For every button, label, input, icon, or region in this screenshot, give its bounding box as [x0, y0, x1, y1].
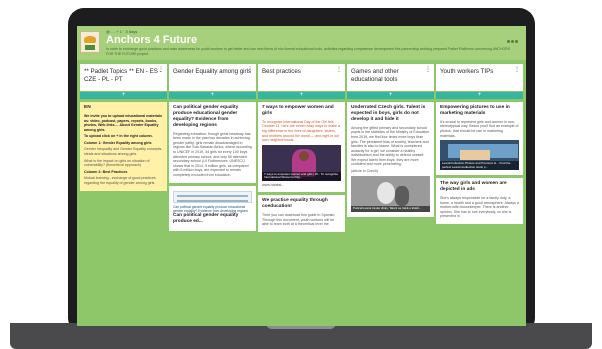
post-image[interactable]: 7 ways to empower women and girls | W...… [262, 144, 341, 181]
post-text: Mutual learning - exchange of good pract… [84, 176, 156, 186]
image-caption: LeanInCollection Photos and Premium H...… [440, 161, 519, 171]
add-post-button[interactable]: + [347, 92, 434, 99]
link-source[interactable]: www.habitat... [262, 183, 341, 188]
column-1: ** Padlet Topics ** EN - ES - CZE - PL -… [80, 64, 167, 326]
column-header: Gender Equality among girls ⋮ [169, 64, 256, 91]
post-text: Regarding education, though great headwa… [173, 131, 252, 177]
project-logo [80, 31, 100, 53]
column-menu-icon[interactable]: ⋮ [247, 67, 253, 73]
post-text: Then you can download this guide in Span… [262, 213, 336, 227]
post-text: To recognize International Day of the Gi… [262, 119, 341, 143]
post-card[interactable]: Can political gender equality produce ed… [169, 185, 256, 231]
post-card[interactable]: 7 ways to empower women and girls To reco… [258, 102, 345, 193]
image-caption: 7 ways to empower women and girls | W...… [262, 171, 341, 181]
post-title: We practice equality through coeducation… [262, 198, 328, 210]
column-title: Best practices [262, 68, 301, 75]
post-text: What is the impact on girls on situation… [84, 158, 150, 168]
column-header: Games and other educational tools ⋮ [347, 64, 434, 91]
post-text: We invite you to upload educational mate… [84, 113, 163, 132]
logo-base-shape [85, 45, 95, 50]
post-text: (article in Czech) [351, 169, 378, 174]
column-title: ** Padlet Topics ** EN - ES - CZE - PL -… [84, 68, 162, 83]
add-post-button[interactable]: + [258, 92, 345, 99]
column-title: Games and other educational tools [351, 68, 399, 83]
post-card[interactable]: We practice equality through coeducation… [258, 195, 345, 232]
post-card[interactable]: The way girls and women are depicted in … [436, 178, 523, 224]
post-title: EN [84, 105, 91, 110]
padlet-board: @ … + 1 · 3 days Anchors 4 Future In ord… [77, 26, 526, 326]
column-header: ** Padlet Topics ** EN - ES - CZE - PL -… [80, 64, 167, 91]
add-post-button[interactable]: + [80, 92, 167, 99]
column-menu-icon[interactable]: ⋮ [158, 67, 164, 73]
post-card[interactable]: EN We invite you to upload educational ma… [80, 102, 167, 191]
document-caption: Can political gender equality produce ed… [173, 204, 248, 213]
board-title: Anchors 4 Future [106, 34, 198, 46]
post-title: Can political gender equality produce ed… [173, 212, 239, 224]
post-image[interactable]: Podceňované české dívky. Talent se čeká … [351, 175, 430, 212]
post-card[interactable]: Can political gender equality produce ed… [169, 102, 256, 183]
image-caption: Podceňované české dívky. Talent se čeká … [351, 206, 430, 212]
post-title: The way girls and women are depicted in … [440, 181, 507, 193]
column-header: Best practices ⋮ [258, 64, 345, 91]
column-title: Gender Equality among girls [173, 68, 252, 75]
column-3: Best practices ⋮ +7 ways to empower women … [258, 64, 345, 326]
board-description: In order to exchange good practices and … [106, 47, 511, 56]
column-header: Youth workers TIPs ⋮ [436, 64, 523, 91]
post-text: She's always responsible for a family du… [440, 196, 519, 219]
post-text: It's crucial to represent girls and wome… [440, 119, 519, 138]
column-2: Gender Equality among girls ⋮ + Can politic… [169, 64, 256, 326]
add-post-button[interactable]: + [436, 92, 523, 99]
column-menu-icon[interactable]: ⋮ [514, 67, 520, 73]
post-title: Empowering pictures to use in marketing … [440, 105, 510, 116]
post-card[interactable]: Underrated Czech girls. Talent is expect… [347, 102, 434, 217]
board-actions-icon[interactable] [506, 30, 520, 43]
post-text: Column 1: Gender Equality among girls [84, 140, 152, 145]
post-title: Can political gender equality produce ed… [173, 105, 239, 128]
logo-anchor-shape [84, 36, 96, 43]
column-title: Youth workers TIPs [440, 68, 494, 75]
document-preview [173, 190, 252, 203]
laptop-mockup: @ … + 1 · 3 days Anchors 4 Future In ord… [0, 0, 602, 349]
column-5: Youth workers TIPs ⋮ + Empowering pictures … [436, 64, 523, 326]
post-title: 7 ways to empower women and girls [262, 105, 334, 116]
post-title: Underrated Czech girls. Talent is expect… [351, 105, 426, 122]
column-menu-icon[interactable]: ⋮ [336, 67, 342, 73]
column-menu-icon[interactable]: ⋮ [425, 67, 431, 73]
board-header: @ … + 1 · 3 days Anchors 4 Future In ord… [77, 26, 526, 60]
add-post-button[interactable]: + [169, 92, 256, 99]
post-text: Column 2: Best Practices [84, 169, 128, 174]
column-4: Games and other educational tools ⋮ + Under… [347, 64, 434, 326]
post-card[interactable]: Empowering pictures to use in marketing … [436, 102, 523, 176]
post-text: Among the gifted primary and secondary s… [351, 125, 430, 167]
post-text: Gender inequality and Gender Equality co… [84, 147, 163, 157]
post-image[interactable]: LeanInCollection Photos and Premium H...… [440, 140, 519, 171]
post-text: To upload click on + in the right column… [84, 134, 153, 139]
